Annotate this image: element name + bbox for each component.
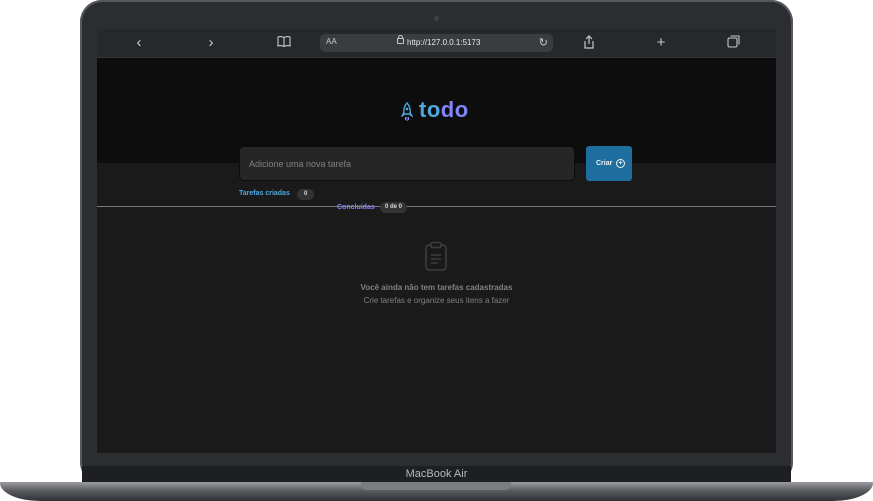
create-button[interactable]: Criar + [586, 146, 632, 181]
lock-icon [397, 35, 404, 44]
clipboard-icon [424, 241, 448, 276]
book-icon[interactable] [274, 35, 294, 51]
done-tasks-count: 0 de 0 [380, 202, 408, 213]
logo-text-part2: do [440, 97, 469, 122]
plus-icon[interactable]: + [651, 35, 671, 51]
created-tasks-count: 0 [297, 189, 315, 200]
new-task-input[interactable] [240, 147, 574, 180]
created-tasks-label: Tarefas criadas [239, 190, 290, 197]
logo-text-part1: to [419, 97, 441, 122]
laptop-notch [361, 482, 511, 490]
address-bar[interactable]: AA http://127.0.0.1:5173 ↻ [320, 34, 553, 52]
create-button-label: Criar [596, 160, 613, 167]
plus-circle-icon: + [616, 159, 625, 168]
safari-toolbar: ‹ › AA http://127.0.0.1:5173 ↻ + [97, 29, 776, 58]
empty-state-title: Você ainda não tem tarefas cadastradas [360, 283, 513, 292]
done-tasks-label: Concluídas [337, 204, 375, 211]
logo-text: todo [419, 97, 469, 123]
url-text: http://127.0.0.1:5173 [407, 38, 481, 47]
device-label: MacBook Air [405, 468, 468, 480]
chevron-left-icon[interactable]: ‹ [129, 35, 149, 51]
text-size-button[interactable]: AA [326, 37, 337, 46]
empty-state-subtitle: Crie tarefas e organize seus itens a faz… [363, 296, 510, 305]
rocket-icon [400, 102, 414, 127]
chevron-right-icon[interactable]: › [201, 35, 221, 51]
share-icon[interactable] [579, 35, 599, 51]
new-task-field[interactable] [239, 146, 575, 181]
camera [434, 16, 439, 21]
divider [97, 206, 776, 207]
tabs-icon[interactable] [723, 35, 743, 51]
reload-icon[interactable]: ↻ [539, 36, 548, 49]
browser-screen: ‹ › AA http://127.0.0.1:5173 ↻ + todo Ad… [97, 29, 776, 453]
